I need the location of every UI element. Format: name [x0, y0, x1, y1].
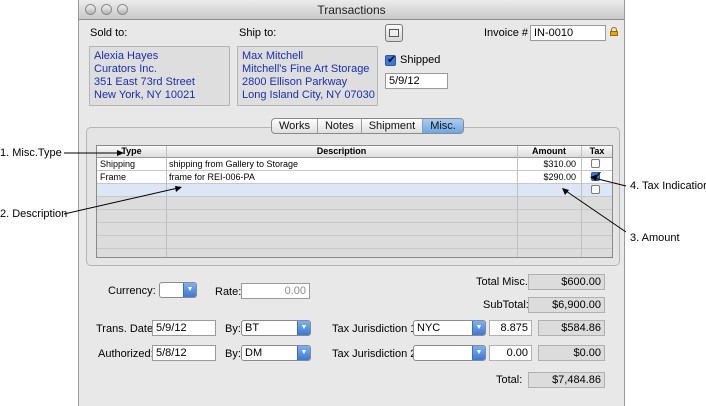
rate-field[interactable]: 0.00 [241, 283, 310, 299]
chevron-down-icon: ▼ [297, 346, 310, 360]
tax-jurisdiction-1-label: Tax Jurisdiction 1: [332, 323, 420, 335]
currency-select[interactable]: ▼ [159, 282, 197, 298]
authorized-by-value: DM [245, 347, 263, 359]
subtotal-value: $6,900.00 [528, 297, 605, 313]
authorized-by-select[interactable]: DM ▼ [241, 345, 311, 361]
tax-jurisdiction-2-label: Tax Jurisdiction 2: [332, 348, 420, 360]
tax-jurisdiction-1-select[interactable]: NYC ▼ [413, 320, 486, 336]
authorized-date-field[interactable]: 5/8/12 [152, 345, 216, 361]
chevron-down-icon: ▼ [183, 283, 196, 297]
tax-amount-1-value: $584.86 [538, 320, 605, 336]
authorized-by-label: By: [225, 348, 241, 360]
subtotal-label: SubTotal: [483, 299, 529, 311]
total-misc-label: Total Misc.: [476, 276, 532, 288]
currency-label: Currency: [108, 285, 156, 297]
total-misc-value: $600.00 [528, 274, 605, 290]
authorized-label: Authorized: [98, 348, 154, 360]
chevron-down-icon: ▼ [297, 321, 310, 335]
tax-rate-2-field[interactable]: 0.00 [489, 345, 532, 361]
annotation-description: 2. Description [0, 208, 68, 220]
total-label: Total: [496, 374, 523, 386]
trans-by-value: BT [245, 322, 260, 334]
tax-amount-2-value: $0.00 [538, 345, 605, 361]
tax-jurisdiction-1-value: NYC [417, 322, 441, 334]
chevron-down-icon: ▼ [472, 321, 485, 335]
trans-date-label: Trans. Date: [96, 323, 157, 335]
total-value: $7,484.86 [528, 372, 605, 388]
rate-label: Rate: [215, 286, 242, 298]
tax-jurisdiction-2-select[interactable]: ▼ [413, 345, 486, 361]
chevron-down-icon: ▼ [472, 346, 485, 360]
annotation-amount: 3. Amount [630, 232, 680, 244]
tax-rate-1-field[interactable]: 8.875 [489, 320, 532, 336]
annotation-tax-indication: 4. Tax Indication [630, 180, 706, 192]
annotation-misc-type: 1. Misc.Type [0, 147, 62, 159]
trans-date-field[interactable]: 5/9/12 [152, 320, 216, 336]
trans-by-select[interactable]: BT ▼ [241, 320, 311, 336]
trans-by-label: By: [225, 323, 241, 335]
